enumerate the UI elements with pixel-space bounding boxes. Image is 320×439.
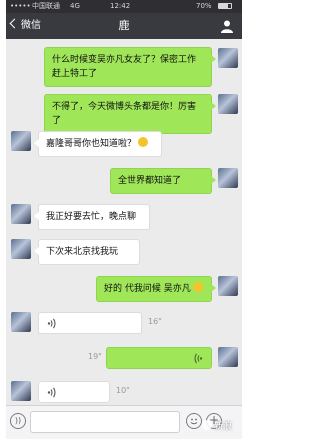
voice-duration: 10" xyxy=(116,386,130,395)
emoji-picker-icon[interactable] xyxy=(186,413,202,429)
message-input[interactable] xyxy=(30,411,180,433)
weibo-logo-icon xyxy=(202,420,212,430)
watermark-text: 新浪 xyxy=(214,422,233,432)
phone-screen: ••••• 中国联通 4G 12:42 70% 微信 鹿 什么时候变吴亦凡女友了… xyxy=(6,0,242,439)
avatar[interactable] xyxy=(11,239,31,259)
message-bubble-sent[interactable]: 什么时候变吴亦凡女友了？保密工作赶上特工了 xyxy=(44,47,216,87)
smile-emoji-icon xyxy=(138,137,149,147)
voice-message[interactable] xyxy=(38,312,142,334)
chat-title: 鹿 xyxy=(118,19,130,32)
carrier-label: 中国联通 xyxy=(32,2,60,10)
voice-duration: 16" xyxy=(148,317,162,326)
avatar[interactable] xyxy=(218,48,238,68)
avatar[interactable] xyxy=(218,94,238,114)
avatar[interactable] xyxy=(11,131,31,151)
voice-duration: 19" xyxy=(88,352,102,361)
message-bubble-sent[interactable]: 好的 代我问候 吴亦凡 xyxy=(96,276,216,302)
network-label: 4G xyxy=(70,2,80,10)
avatar[interactable] xyxy=(11,312,31,332)
status-bar: ••••• 中国联通 4G 12:42 70% xyxy=(6,0,242,13)
avatar[interactable] xyxy=(218,276,238,296)
voice-message[interactable] xyxy=(106,347,212,369)
message-text: 嘉隆哥哥你也知道啦？ xyxy=(46,139,137,149)
message-bubble-received[interactable]: 嘉隆哥哥你也知道啦？ xyxy=(34,131,162,157)
voice-message[interactable] xyxy=(38,381,110,403)
time-label: 12:42 xyxy=(110,2,131,10)
voice-input-icon[interactable]: )) xyxy=(10,413,26,429)
person-icon[interactable] xyxy=(220,19,234,33)
signal-icon: ••••• xyxy=(10,2,31,10)
battery-icon xyxy=(218,3,232,9)
voice-wave-icon xyxy=(47,318,56,329)
avatar[interactable] xyxy=(11,204,31,224)
avatar[interactable] xyxy=(218,168,238,188)
message-bubble-received[interactable]: 我正好要去忙，晚点聊 xyxy=(34,204,150,230)
message-bubble-received[interactable]: 下次来北京找我玩 xyxy=(34,239,140,265)
voice-wave-icon xyxy=(47,387,56,398)
watermark: 新浪 xyxy=(202,419,232,432)
smile-icon xyxy=(190,418,198,425)
message-bubble-sent[interactable]: 不得了，今天微博头条都是你！厉害了 xyxy=(44,94,216,134)
message-text: 好的 代我问候 吴亦凡 xyxy=(104,284,191,294)
avatar[interactable] xyxy=(11,381,31,401)
battery-label: 70% xyxy=(196,2,212,10)
message-bubble-sent[interactable]: 全世界都知道了 xyxy=(110,168,216,194)
avatar[interactable] xyxy=(218,347,238,367)
grin-emoji-icon xyxy=(192,282,203,292)
voice-wave-icon xyxy=(194,353,203,364)
chat-header: 微信 鹿 xyxy=(6,13,242,39)
